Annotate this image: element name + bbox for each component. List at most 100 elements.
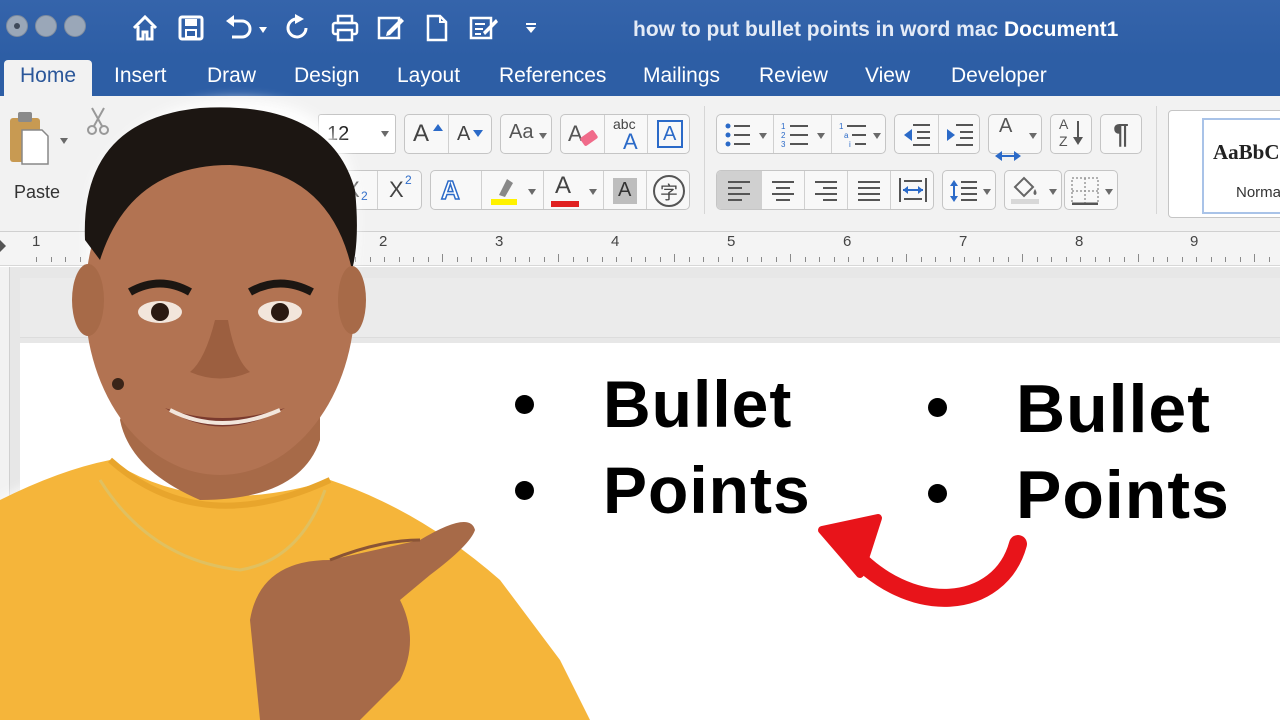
ruler-tick — [674, 254, 675, 262]
close-window-button[interactable] — [6, 15, 28, 37]
indent-marker-icon[interactable] — [0, 240, 6, 252]
sort-button[interactable]: A Z — [1050, 114, 1092, 154]
text-box-button[interactable]: A — [657, 120, 683, 148]
redo-icon[interactable] — [283, 10, 313, 46]
multilevel-list-icon[interactable]: 1ai — [839, 121, 867, 149]
ruler-tick — [1080, 257, 1081, 262]
ruler-tick — [1124, 257, 1125, 262]
distributed-icon[interactable] — [899, 178, 927, 202]
new-document-icon[interactable] — [424, 10, 450, 46]
tab-insert[interactable]: Insert — [98, 60, 183, 96]
ruler-tick — [761, 257, 762, 262]
superscript-button[interactable]: X — [389, 177, 404, 203]
window-title: how to put bullet points in word mac Doc… — [633, 18, 1118, 42]
shrink-font-button[interactable]: A — [457, 123, 470, 146]
ruler-tick — [950, 257, 951, 262]
cut-icon[interactable] — [86, 106, 110, 136]
spelling-button[interactable]: A — [623, 129, 638, 155]
svg-text:2: 2 — [781, 131, 786, 140]
zoom-window-button[interactable] — [64, 15, 86, 37]
clear-formatting-icon[interactable]: A — [567, 119, 599, 151]
pilcrow-label: ¶ — [1113, 118, 1129, 149]
ruler-tick — [1269, 257, 1270, 262]
ruler-tick — [877, 257, 878, 262]
paste-icon[interactable] — [10, 110, 50, 166]
ruler-tick — [341, 257, 342, 262]
highlight-icon[interactable] — [491, 175, 517, 207]
ruler-tick — [1095, 257, 1096, 262]
ruler-tick — [210, 254, 211, 262]
undo-icon[interactable] — [222, 10, 256, 46]
shading-button[interactable] — [1004, 170, 1062, 210]
ruler[interactable]: 1 2 3 4 5 6 7 8 9 — [0, 232, 1280, 266]
show-formatting-button[interactable]: ¶ — [1100, 114, 1142, 154]
save-icon[interactable] — [176, 10, 206, 46]
tab-developer[interactable]: Developer — [935, 60, 1063, 96]
tab-draw[interactable]: Draw — [191, 60, 272, 96]
text-effects-button[interactable]: A — [440, 174, 460, 206]
grow-font-button[interactable]: A — [413, 120, 429, 148]
tab-design[interactable]: Design — [278, 60, 375, 96]
change-case-button[interactable]: Aa — [500, 114, 552, 154]
decrease-indent-icon[interactable] — [903, 123, 931, 147]
ruler-tick — [254, 257, 255, 262]
bullet-marker — [515, 395, 534, 414]
font-color-button[interactable]: A — [555, 172, 571, 200]
ruler-tick — [863, 257, 864, 262]
style-name: Normal — [1236, 184, 1280, 201]
char-shading-button[interactable]: A — [613, 178, 637, 204]
ruler-number: 2 — [379, 233, 388, 250]
print-icon[interactable] — [330, 10, 360, 46]
numbering-icon[interactable]: 123 — [781, 121, 809, 149]
ruler-number: 8 — [1075, 233, 1084, 250]
tab-home[interactable]: Home — [4, 60, 93, 96]
ruler-tick — [428, 257, 429, 262]
text-direction-button[interactable]: A — [988, 114, 1042, 161]
bullets-icon[interactable] — [725, 123, 751, 147]
customize-toolbar-icon[interactable] — [522, 10, 540, 46]
ruler-tick — [558, 254, 559, 262]
ruler-tick — [181, 257, 182, 262]
increase-indent-icon[interactable] — [946, 123, 974, 147]
ruler-tick — [906, 254, 907, 262]
ruler-tick — [399, 257, 400, 262]
font-size-select[interactable]: 12 — [318, 114, 396, 154]
tab-layout[interactable]: Layout — [381, 60, 476, 96]
list-item-text[interactable]: Points — [603, 452, 811, 528]
format-tools-group: A abc A A — [560, 114, 690, 154]
list-item-text[interactable]: Bullet — [603, 366, 792, 442]
svg-text:1: 1 — [781, 122, 786, 131]
tab-mailings[interactable]: Mailings — [627, 60, 736, 96]
ruler-number: 7 — [959, 233, 968, 250]
ruler-tick — [1066, 257, 1067, 262]
align-left-icon[interactable] — [728, 180, 750, 201]
checklist-icon[interactable] — [468, 10, 500, 46]
align-center-icon[interactable] — [772, 180, 794, 201]
tab-references[interactable]: References — [483, 60, 622, 96]
ruler-tick — [515, 257, 516, 262]
ruler-tick — [239, 257, 240, 262]
ruler-tick — [355, 257, 356, 262]
ruler-tick — [413, 257, 414, 262]
tab-review[interactable]: Review — [743, 60, 844, 96]
svg-text:A: A — [568, 121, 583, 146]
align-right-icon[interactable] — [815, 180, 837, 201]
list-item-text[interactable]: Points — [1016, 456, 1230, 534]
ruler-tick — [1138, 254, 1139, 262]
phonetic-guide-button[interactable]: 字 — [653, 175, 685, 207]
tab-view[interactable]: View — [849, 60, 926, 96]
minimize-window-button[interactable] — [35, 15, 57, 37]
font-effects-group: A A A 字 — [430, 170, 690, 210]
arrow-down-icon — [1073, 121, 1083, 147]
subscript-button[interactable]: X — [345, 177, 360, 203]
list-item-text[interactable]: Bullet — [1016, 370, 1211, 448]
ruler-tick — [573, 257, 574, 262]
ruler-tick — [935, 257, 936, 262]
borders-button[interactable] — [1064, 170, 1118, 210]
line-spacing-button[interactable] — [942, 170, 996, 210]
justify-icon[interactable] — [858, 180, 880, 201]
home-icon[interactable] — [130, 10, 160, 46]
edit-icon[interactable] — [376, 10, 406, 46]
subscript-sub: 2 — [361, 189, 368, 203]
ruler-tick — [500, 257, 501, 262]
